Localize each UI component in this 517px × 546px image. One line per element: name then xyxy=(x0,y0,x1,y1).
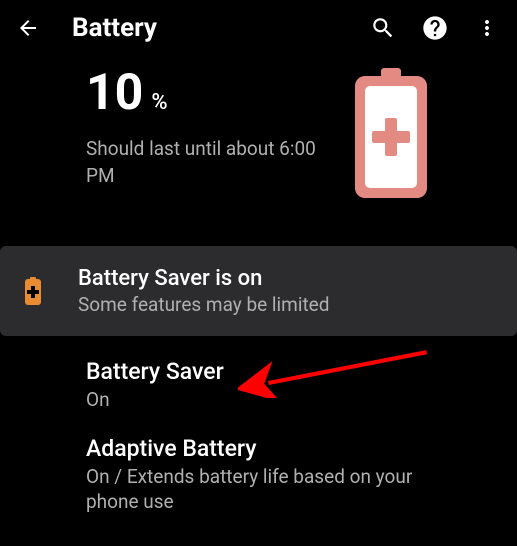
battery-saver-notice[interactable]: Battery Saver is on Some features may be… xyxy=(0,246,517,336)
settings-item-battery-saver[interactable]: Battery Saver On xyxy=(0,336,517,413)
app-header: Battery xyxy=(0,0,517,56)
settings-subtitle: On / Extends battery life based on your … xyxy=(86,464,431,515)
help-button[interactable] xyxy=(421,14,449,42)
more-vert-icon xyxy=(475,16,499,40)
battery-percent: 10 % xyxy=(86,68,331,118)
battery-text-block: 10 % Should last until about 6:00 PM xyxy=(86,68,331,189)
arrow-left-icon xyxy=(16,16,40,40)
settings-title: Adaptive Battery xyxy=(86,435,431,462)
header-actions xyxy=(369,14,501,42)
settings-subtitle: On xyxy=(86,387,431,413)
overflow-menu-button[interactable] xyxy=(473,14,501,42)
battery-graphic xyxy=(351,68,431,198)
battery-saver-icon xyxy=(24,277,42,305)
settings-item-adaptive-battery[interactable]: Adaptive Battery On / Extends battery li… xyxy=(0,413,517,515)
battery-estimate: Should last until about 6:00 PM xyxy=(86,136,331,189)
search-icon xyxy=(370,15,396,41)
help-icon xyxy=(421,14,449,42)
back-button[interactable] xyxy=(16,16,40,40)
battery-percent-sign: % xyxy=(151,92,167,114)
battery-percent-value: 10 xyxy=(86,68,143,118)
battery-icon xyxy=(351,68,431,198)
notice-subtitle: Some features may be limited xyxy=(78,293,493,316)
settings-title: Battery Saver xyxy=(86,358,431,385)
battery-summary: 10 % Should last until about 6:00 PM xyxy=(0,56,517,222)
page-title: Battery xyxy=(72,13,369,43)
notice-title: Battery Saver is on xyxy=(78,266,493,291)
search-button[interactable] xyxy=(369,14,397,42)
notice-text: Battery Saver is on Some features may be… xyxy=(78,266,493,316)
